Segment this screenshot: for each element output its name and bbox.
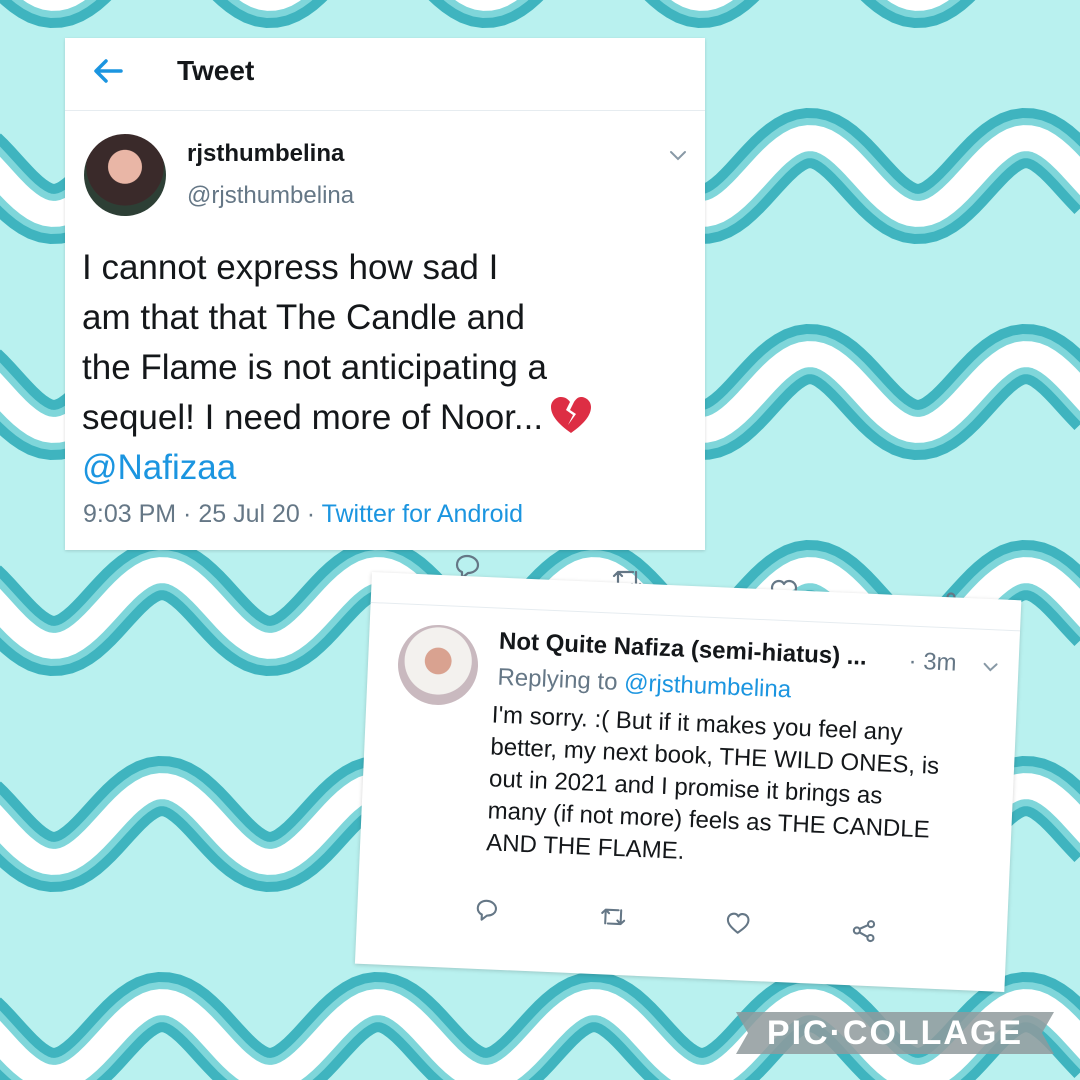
arrow-left-icon[interactable] (91, 54, 125, 88)
tweet-header: Tweet (65, 38, 705, 111)
mention-link[interactable]: @Nafizaa (82, 443, 682, 493)
meta-separator: · (299, 500, 322, 528)
meta-separator: · (176, 500, 199, 528)
reply-card: Not Quite Nafiza (semi-hiatus) ... · 3m … (354, 572, 1022, 992)
watermark-text: PIC·COLLAGE (766, 1014, 1024, 1052)
tweet-body-line: the Flame is not anticipating a (82, 348, 547, 387)
tweet-body: I cannot express how sad I am that that … (82, 243, 682, 493)
chevron-down-icon[interactable] (667, 144, 689, 166)
page-title: Tweet (177, 55, 255, 86)
broken-heart-icon (551, 397, 592, 433)
avatar[interactable] (84, 134, 166, 216)
tweet-body-line: sequel! I need more of Noor... (82, 398, 544, 437)
retweet-icon[interactable] (599, 904, 628, 929)
like-icon[interactable] (725, 911, 752, 936)
tweet-body-line: I cannot express how sad I (82, 248, 499, 287)
share-icon[interactable] (850, 917, 877, 944)
tweet-date: 25 Jul 20 (198, 500, 300, 528)
pic-collage-watermark: PIC·COLLAGE (736, 1012, 1054, 1054)
tweet-body-line-with-emoji: sequel! I need more of Noor... (82, 393, 682, 443)
reply-icon[interactable] (473, 897, 500, 924)
tweet-meta: 9:03 PM · 25 Jul 20 · Twitter for Androi… (83, 500, 523, 529)
author-handle[interactable]: @rjsthumbelina (187, 182, 354, 210)
tweet-time: 9:03 PM (83, 500, 177, 528)
tweet-body-line: am that that The Candle and (82, 298, 525, 337)
tweet-card: Tweet rjsthumbelina @rjsthumbelina I can… (65, 38, 705, 550)
reply-actions (355, 572, 1021, 992)
author-name[interactable]: rjsthumbelina (187, 140, 344, 168)
tweet-source-link[interactable]: Twitter for Android (322, 500, 523, 528)
